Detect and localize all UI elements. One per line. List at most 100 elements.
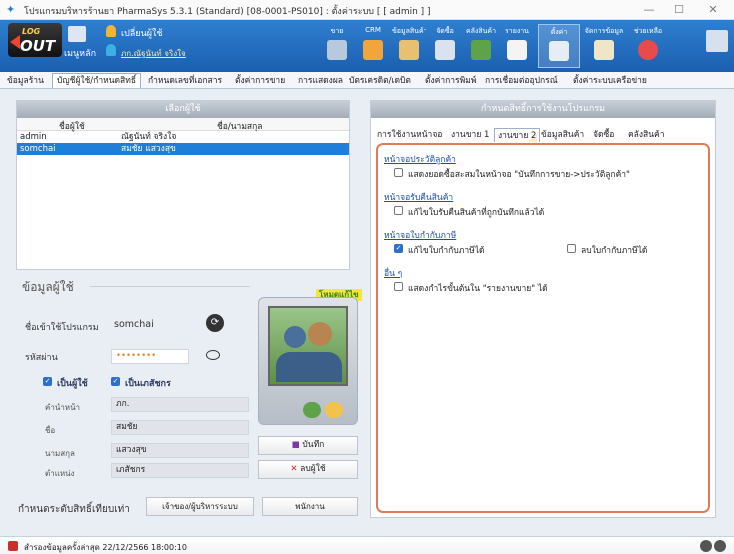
last-name-label: นามสกุล [45, 449, 75, 458]
staff-level-button[interactable]: พนักงาน [262, 497, 358, 516]
menu-display[interactable]: การแสดงผล [293, 73, 348, 88]
refresh-icon[interactable]: ⟳ [206, 314, 224, 332]
delete-tax-invoice-label: ลบใบกำกับภาษีได้ [581, 246, 648, 256]
status-indicator-icon [714, 540, 726, 552]
avatar-body-icon [276, 352, 342, 382]
tab-sales-1[interactable]: งานขาย 1 [448, 128, 492, 142]
camera-icon[interactable] [303, 402, 321, 418]
save-button[interactable]: ■ บันทึก [258, 436, 358, 455]
first-name-label: ชื่อ [45, 426, 56, 435]
delete-user-button[interactable]: ✕ ลบผู้ใช้ [258, 460, 358, 479]
row-fullname: ณัฐนันท์ จริงใจ [121, 132, 177, 142]
browse-image-icon[interactable] [325, 402, 343, 418]
tools-icon [549, 41, 569, 61]
toolbar-help-button[interactable]: ช่วยเหลือ [628, 24, 668, 68]
prefix-label: คำนำหน้า [45, 403, 81, 412]
toolbar-crm-button[interactable]: CRM [356, 24, 390, 68]
is-user-label: เป็นผู้ใช้ [57, 379, 88, 389]
window-title: โปรแกรมบริหารร้านยา PharmaSys 5.3.1 (Sta… [24, 7, 431, 17]
menu-store-info[interactable]: ข้อมูลร้าน [2, 73, 49, 88]
owner-level-button[interactable]: เจ้าของ/ผู้บริหารระบบ [146, 497, 254, 516]
user-list-panel: เลือกผู้ใช้ ชื่อผู้ใช้ ชื่อ/นามสกุล admi… [16, 100, 350, 270]
maximize-button[interactable]: ☐ [664, 2, 694, 18]
is-pharmacist-label: เป็นเภสัชกร [125, 379, 171, 389]
close-button[interactable]: ✕ [698, 2, 728, 18]
password-field[interactable]: •••••••• [111, 349, 189, 364]
menu-document-numbers[interactable]: กำหนดเลขที่เอกสาร [143, 73, 227, 88]
password-label: รหัสผ่าน [25, 353, 58, 363]
row-fullname: สมชัย แสวงสุข [121, 144, 176, 154]
tab-screen-usage[interactable]: การใช้งานหน้าจอ [374, 128, 445, 142]
table-row[interactable]: admin ณัฐนันท์ จริงใจ [17, 131, 349, 143]
show-gross-profit-checkbox[interactable] [394, 282, 403, 291]
toolbar-products-button[interactable]: ข้อมูลสินค้า [392, 24, 426, 68]
divider [90, 286, 250, 287]
first-name-field[interactable]: สมชัย [111, 420, 249, 435]
tab-warehouse[interactable]: คลังสินค้า [625, 128, 668, 142]
exit-icon[interactable] [706, 30, 728, 52]
edit-tax-invoice-label: แก้ไขใบกำกับภาษีได้ [408, 246, 485, 256]
toolbar-sales-button[interactable]: ขาย [320, 24, 354, 68]
warehouse-icon [471, 40, 491, 60]
toolbar-report-button[interactable]: รายงาน [500, 24, 534, 68]
menu-user-accounts[interactable]: บัญชีผู้ใช้/กำหนดสิทธิ์ [52, 73, 142, 88]
row-username: admin [20, 132, 47, 142]
report-chart-icon [507, 40, 527, 60]
settings-menu-bar: ข้อมูลร้าน บัญชีผู้ใช้/กำหนดสิทธิ์ กำหนด… [0, 72, 734, 89]
table-row-selected[interactable]: somchai สมชัย แสวงสุข [17, 143, 349, 155]
section-tax-invoice: หน้าจอใบกำกับภาษี [384, 231, 457, 241]
menu-sales-settings[interactable]: ตั้งค่าการขาย [230, 73, 290, 88]
delete-tax-invoice-checkbox[interactable] [567, 244, 576, 253]
toolbar-data-button[interactable]: จัดการข้อมูล [584, 24, 624, 68]
avatar-frame [258, 297, 358, 425]
is-user-checkbox[interactable]: ✓ [43, 377, 52, 386]
position-label: ตำแหน่ง [45, 469, 75, 478]
section-other: อื่น ๆ [384, 269, 403, 279]
current-user-name: ภก.ณัฐนันท์ จริงใจ [121, 49, 186, 58]
edit-return-checkbox[interactable] [394, 206, 403, 215]
toolbar-warehouse-button[interactable]: คลังสินค้า [464, 24, 498, 68]
logout-button[interactable]: LOG OUT [8, 23, 62, 57]
help-lifebuoy-icon [638, 40, 658, 60]
status-bar: สำรองข้อมูลครั้งล่าสุด 22/12/2566 18:00:… [0, 536, 734, 554]
minimize-button[interactable]: — [634, 2, 664, 18]
position-field[interactable]: เภสัชกร [111, 463, 249, 478]
edit-tax-invoice-checkbox[interactable]: ✓ [394, 244, 403, 253]
menu-network-settings[interactable]: ตั้งค่าระบบเครือข่าย [568, 73, 652, 88]
row-username: somchai [20, 144, 56, 154]
toolbar-settings-button[interactable]: ตั้งค่า [538, 24, 580, 68]
toolbar-purchase-button[interactable]: จัดซื้อ [428, 24, 462, 68]
permission-panel-title: กำหนดสิทธิ์การใช้งานโปรแกรม [371, 101, 715, 118]
app-icon: ✦ [6, 3, 16, 16]
logout-label-bottom: OUT [20, 37, 56, 55]
toolbar: LOG OUT เมนูหลัก เปลี่ยนผู้ใช้ ภก.ณัฐนัน… [0, 20, 734, 72]
title-bar: ✦ โปรแกรมบริหารร้านยา PharmaSys 5.3.1 (S… [0, 0, 734, 20]
avatar-head-icon [284, 326, 306, 348]
menu-print-settings[interactable]: ตั้งค่าการพิมพ์ [420, 73, 481, 88]
login-value: somchai [114, 319, 154, 330]
avatar-head-icon [308, 322, 332, 346]
section-customer-history: หน้าจอประวัติลูกค้า [384, 155, 456, 165]
menu-credit-debit[interactable]: บัตรเครดิต/เดบิต [344, 73, 416, 88]
delete-label: ลบผู้ใช้ [300, 464, 326, 474]
show-purchase-total-checkbox[interactable] [394, 168, 403, 177]
eye-icon[interactable] [206, 350, 220, 360]
delete-icon: ✕ [290, 464, 298, 474]
last-name-field[interactable]: แสวงสุข [111, 443, 249, 458]
main-menu-link[interactable]: เมนูหลัก [64, 46, 96, 60]
menu-device-connection[interactable]: การเชื่อมต่ออุปกรณ์ [480, 73, 563, 88]
user-info-title: ข้อมูลผู้ใช้ [22, 280, 74, 294]
user-list-title: เลือกผู้ใช้ [17, 101, 349, 118]
permission-level-label: กำหนดระดับสิทธิ์เทียบเท่า [18, 504, 130, 515]
is-pharmacist-checkbox[interactable]: ✓ [111, 377, 120, 386]
backup-icon [8, 541, 18, 551]
data-management-icon [594, 40, 614, 60]
prefix-field[interactable]: ภก. [111, 397, 249, 412]
home-icon[interactable] [68, 26, 86, 42]
switch-user-link[interactable]: เปลี่ยนผู้ใช้ [121, 26, 163, 40]
pharmacist-icon [106, 44, 116, 56]
logout-label-top: LOG [22, 27, 41, 36]
tab-purchase[interactable]: จัดซื้อ [590, 128, 617, 142]
person-icon [106, 25, 116, 37]
product-box-icon [399, 40, 419, 60]
